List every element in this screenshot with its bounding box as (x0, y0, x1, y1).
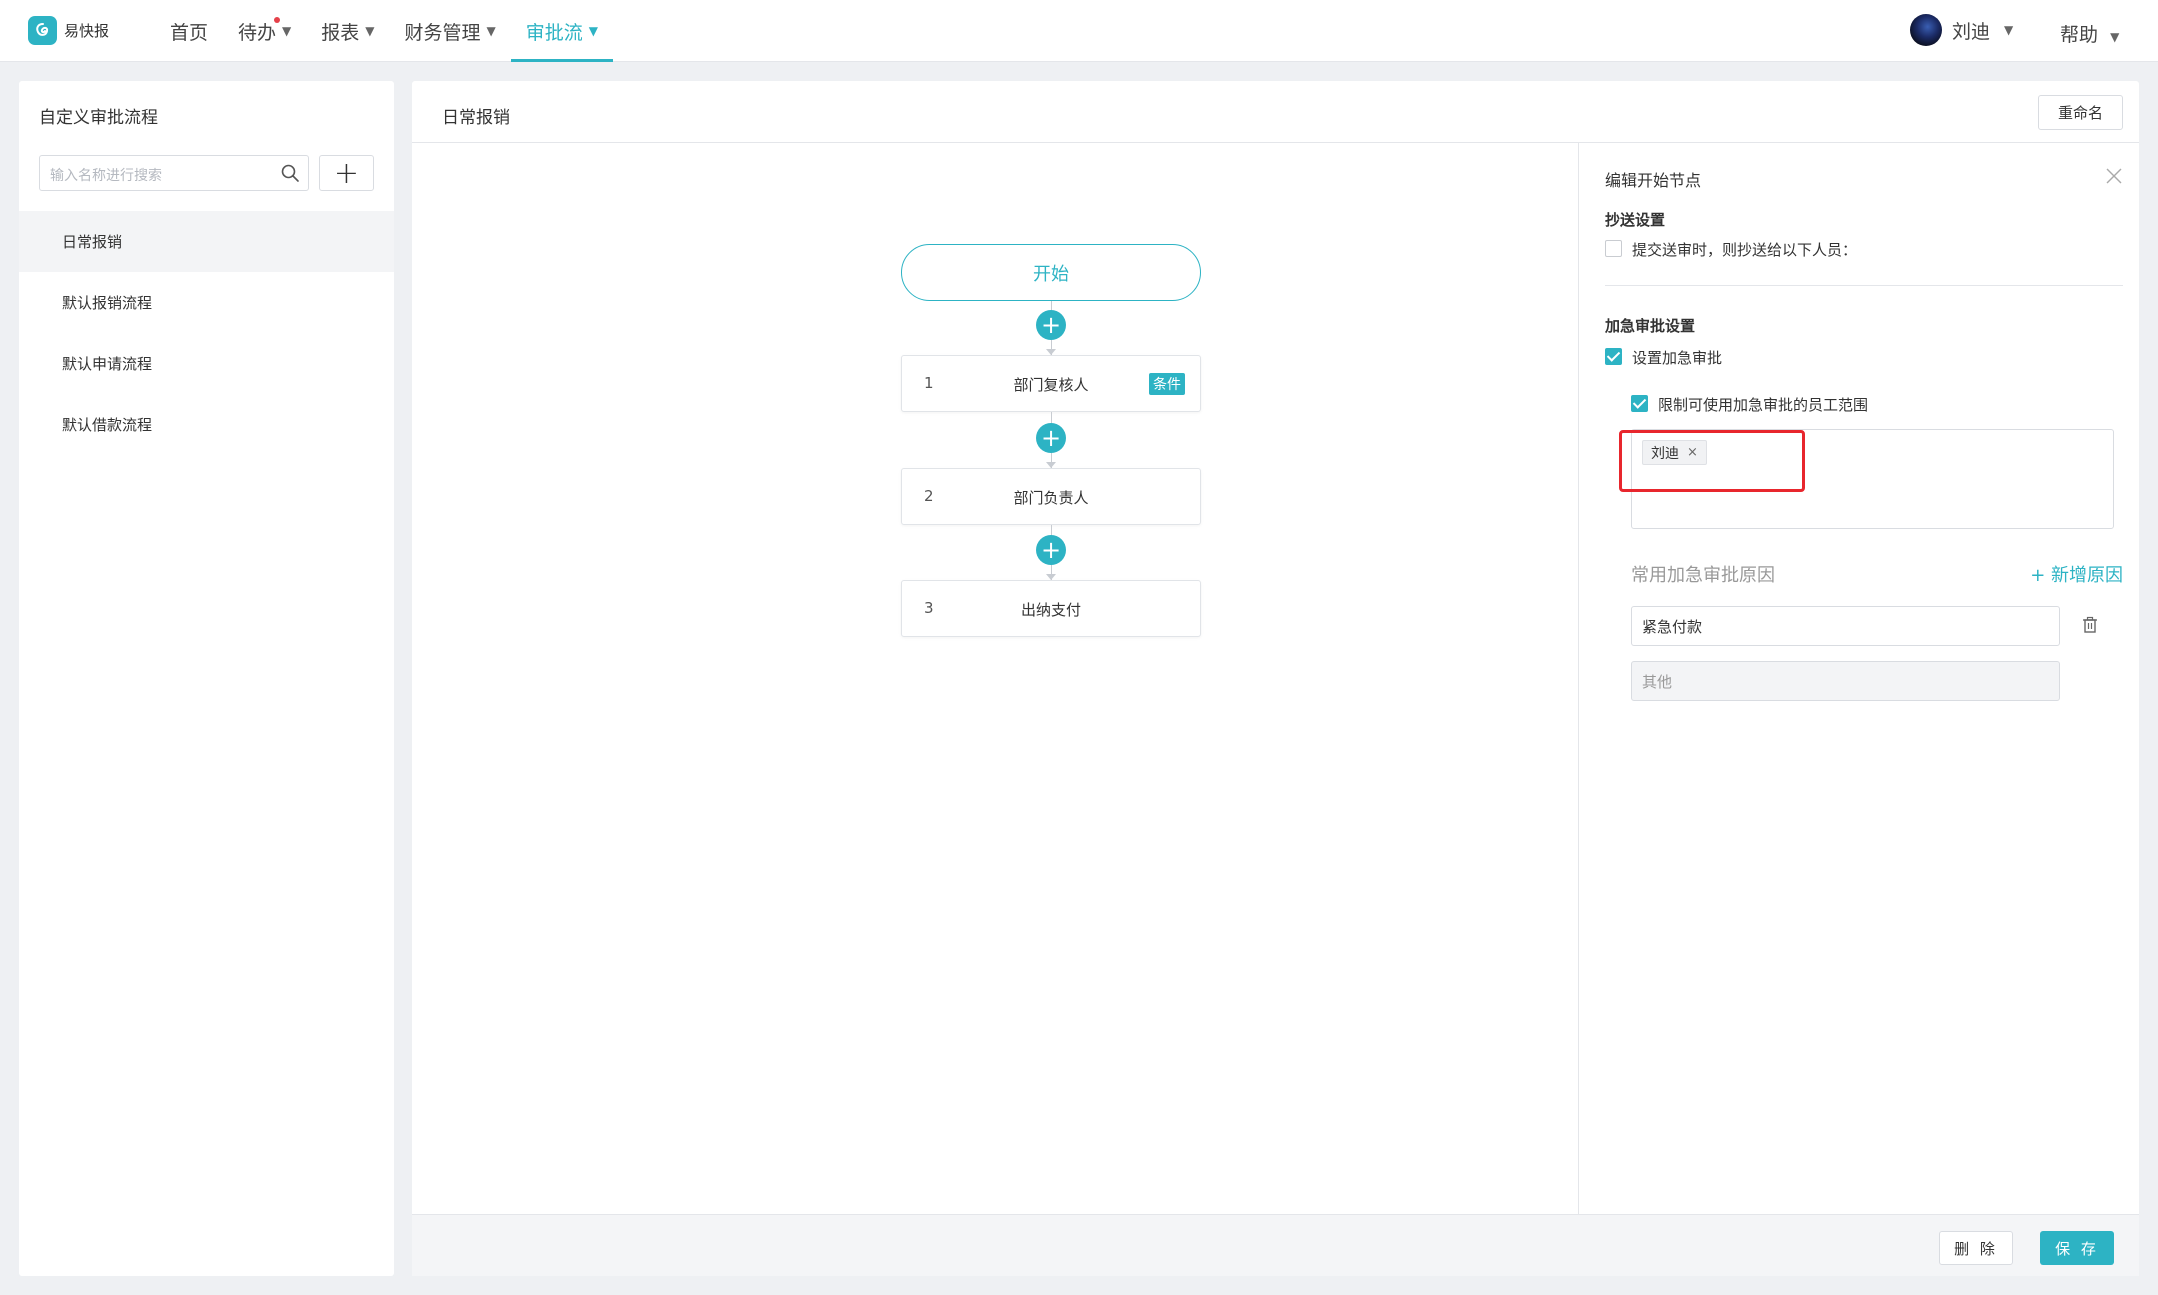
urgent-checkbox-label: 设置加急审批 (1632, 349, 1723, 367)
main-header: 日常报销 重命名 (412, 81, 2139, 143)
divider (1605, 285, 2123, 286)
nav-label: 报表 (321, 21, 360, 44)
reason-input[interactable]: 紧急付款 (1631, 606, 2060, 646)
flow-item[interactable]: 默认申请流程 (19, 333, 394, 394)
cc-section-title: 抄送设置 (1605, 211, 1666, 229)
logo-text: 易快报 (64, 22, 110, 40)
flow-title: 日常报销 (442, 108, 510, 128)
flow-step[interactable]: 2 部门负责人 (901, 468, 1201, 525)
flow-item[interactable]: 默认借款流程 (19, 394, 394, 455)
flow-item-label: 日常报销 (62, 233, 123, 251)
caret-down-icon: ▼ (2004, 23, 2014, 37)
condition-badge: 条件 (1149, 373, 1185, 395)
limit-staff-checkbox-label: 限制可使用加急审批的员工范围 (1658, 396, 1869, 414)
search-icon[interactable] (280, 163, 300, 183)
nav-home[interactable]: 首页 (155, 0, 223, 62)
flow-item-label: 默认申请流程 (62, 355, 153, 373)
add-node-plus-icon[interactable]: + (1036, 423, 1066, 453)
footer-bar: 删 除 保 存 (412, 1214, 2139, 1276)
flow-item-label: 默认借款流程 (62, 416, 153, 434)
save-button[interactable]: 保 存 (2040, 1231, 2114, 1265)
nav-todo[interactable]: 待办 ▼ (223, 0, 306, 62)
top-navbar: 易快报 首页 待办 ▼ 报表 ▼ 财务管理 ▼ 审批流 ▼ 刘迪 ▼ 帮助 ▼ (0, 0, 2158, 62)
nav-label: 待办 (238, 21, 277, 44)
nav-approval-flow[interactable]: 审批流 ▼ (510, 0, 614, 62)
nav-label: 财务管理 (404, 21, 481, 44)
delete-button[interactable]: 删 除 (1939, 1231, 2013, 1265)
avatar (1910, 14, 1942, 46)
urgent-checkbox[interactable] (1605, 348, 1622, 365)
flow-item-label: 默认报销流程 (62, 294, 153, 312)
reason-input-disabled: 其他 (1631, 661, 2060, 701)
app-logo[interactable]: 易快报 (28, 16, 109, 45)
cc-checkbox-label: 提交送审时，则抄送给以下人员： (1632, 241, 1858, 259)
flow-step[interactable]: 3 出纳支付 (901, 580, 1201, 637)
limit-staff-checkbox[interactable] (1631, 395, 1648, 412)
highlight-box (1619, 430, 1805, 492)
flow-item[interactable]: 默认报销流程 (19, 272, 394, 333)
caret-down-icon: ▼ (486, 24, 496, 38)
search-input[interactable]: 输入名称进行搜索 (50, 165, 162, 185)
editor-title: 编辑开始节点 (1605, 171, 1702, 190)
flow-list-panel: 自定义审批流程 输入名称进行搜索 + 日常报销 默认报销流程 默认申请流程 默认… (19, 81, 394, 1276)
node-editor: 编辑开始节点 抄送设置 提交送审时，则抄送给以下人员： 加急审批设置 设置加急审… (1578, 143, 2139, 1214)
flow-step[interactable]: 1 部门复核人 条件 (901, 355, 1201, 412)
help-label: 帮助 (2060, 24, 2099, 46)
add-reason-link[interactable]: + 新增原因 (2030, 561, 2123, 587)
step-label: 部门负责人 (1013, 489, 1089, 507)
urgent-section-title: 加急审批设置 (1605, 317, 1696, 335)
nav-label: 首页 (170, 21, 209, 44)
caret-down-icon: ▼ (365, 24, 375, 38)
add-flow-button[interactable]: + (319, 155, 374, 191)
reasons-title: 常用加急审批原因 (1631, 565, 1775, 586)
caret-down-icon: ▼ (2110, 30, 2120, 44)
logo-icon (28, 16, 57, 45)
nav-finance[interactable]: 财务管理 ▼ (390, 0, 511, 62)
cc-checkbox[interactable] (1605, 240, 1622, 257)
nav-label: 审批流 (525, 21, 583, 44)
help-menu[interactable]: 帮助 ▼ (2060, 20, 2119, 47)
add-node-plus-icon[interactable]: + (1036, 535, 1066, 565)
caret-down-icon: ▼ (588, 24, 599, 38)
close-icon[interactable] (2105, 167, 2123, 185)
user-name: 刘迪 (1952, 20, 1991, 43)
caret-down-icon: ▼ (282, 24, 292, 38)
notification-dot (274, 17, 281, 23)
panel-title: 自定义审批流程 (39, 108, 158, 128)
start-node[interactable]: 开始 (901, 244, 1201, 301)
flow-item[interactable]: 日常报销 (19, 211, 394, 272)
add-node-plus-icon[interactable]: + (1036, 310, 1066, 340)
rename-button[interactable]: 重命名 (2038, 95, 2123, 130)
search-box[interactable]: 输入名称进行搜索 (39, 155, 309, 191)
flow-editor-panel: 日常报销 重命名 开始 + 1 部门复核人 条件 + 2 部门负责人 + 3 出… (412, 81, 2139, 1276)
step-label: 出纳支付 (1020, 601, 1081, 619)
flow-list: 日常报销 默认报销流程 默认申请流程 默认借款流程 (19, 211, 394, 455)
main-nav: 首页 待办 ▼ 报表 ▼ 财务管理 ▼ 审批流 ▼ (155, 0, 614, 62)
nav-reports[interactable]: 报表 ▼ (306, 0, 389, 62)
flow-canvas: 开始 + 1 部门复核人 条件 + 2 部门负责人 + 3 出纳支付 (412, 143, 1578, 1214)
trash-icon[interactable] (2081, 616, 2099, 634)
user-menu[interactable]: 刘迪 ▼ (1910, 14, 2013, 46)
